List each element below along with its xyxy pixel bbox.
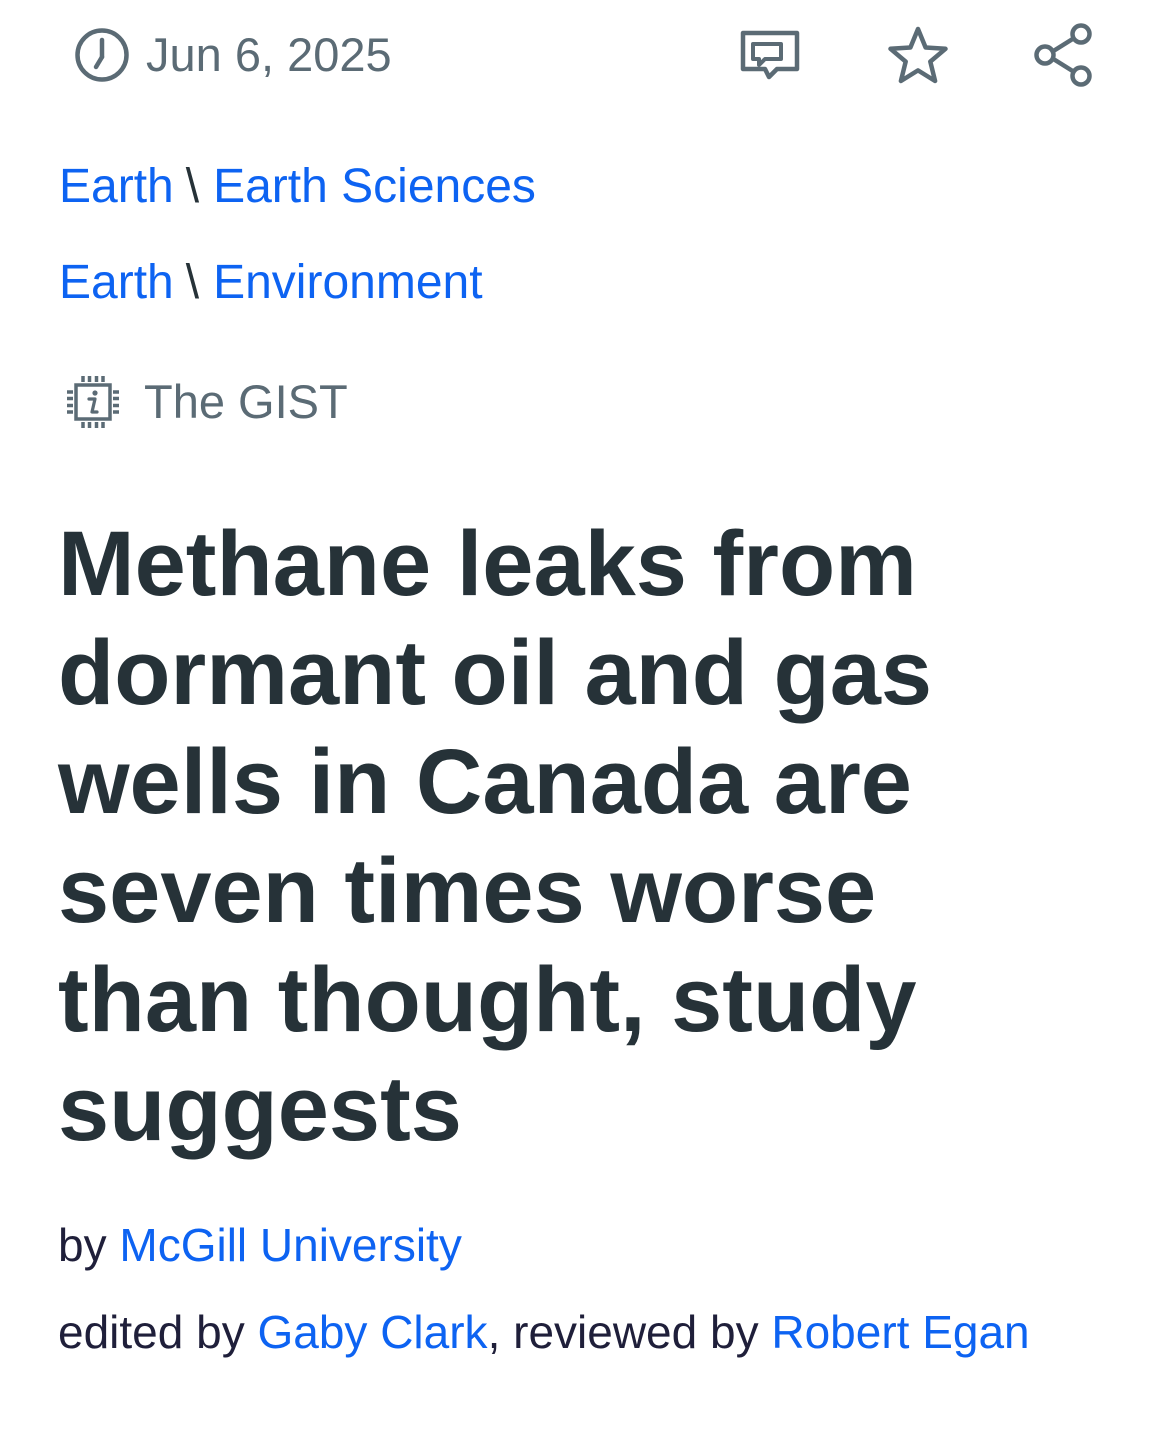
bookmark-button[interactable] xyxy=(883,20,953,90)
clock-icon xyxy=(74,27,130,83)
comments-button[interactable] xyxy=(735,20,805,90)
star-icon xyxy=(887,25,949,85)
gist-label: The GIST xyxy=(144,375,348,428)
edited-by-prefix: edited by xyxy=(58,1306,245,1358)
breadcrumb-link-earth[interactable]: Earth xyxy=(59,160,174,213)
breadcrumb-link-earth[interactable]: Earth xyxy=(59,256,174,309)
chip-info-icon xyxy=(64,373,122,431)
breadcrumb-link-environment[interactable]: Environment xyxy=(213,256,482,309)
article-byline: by McGill University xyxy=(58,1216,462,1274)
editorial-credits: edited by Gaby Clark, reviewed by Robert… xyxy=(58,1298,1058,1367)
publish-date: Jun 6, 2025 xyxy=(74,26,392,84)
publish-date-text: Jun 6, 2025 xyxy=(146,28,392,81)
editor-link[interactable]: Gaby Clark xyxy=(257,1306,487,1358)
author-link[interactable]: McGill University xyxy=(119,1219,461,1271)
share-icon xyxy=(1032,22,1096,88)
breadcrumb-link-earth-sciences[interactable]: Earth Sciences xyxy=(213,160,536,213)
article-toolbar: Jun 6, 2025 xyxy=(0,0,1150,110)
breadcrumb-separator: \ xyxy=(185,256,200,309)
reviewed-by-prefix: , reviewed by xyxy=(487,1306,759,1358)
byline-prefix: by xyxy=(58,1219,107,1271)
gist-button[interactable]: The GIST xyxy=(64,372,348,432)
share-button[interactable] xyxy=(1029,20,1099,90)
article-headline: Methane leaks from dormant oil and gas w… xyxy=(58,513,933,1160)
comments-icon xyxy=(739,29,801,81)
breadcrumb-earth-sciences: Earth \ Earth Sciences xyxy=(59,157,536,217)
breadcrumb-separator: \ xyxy=(185,160,200,213)
breadcrumb-environment: Earth \ Environment xyxy=(59,253,483,313)
reviewer-link[interactable]: Robert Egan xyxy=(771,1306,1029,1358)
